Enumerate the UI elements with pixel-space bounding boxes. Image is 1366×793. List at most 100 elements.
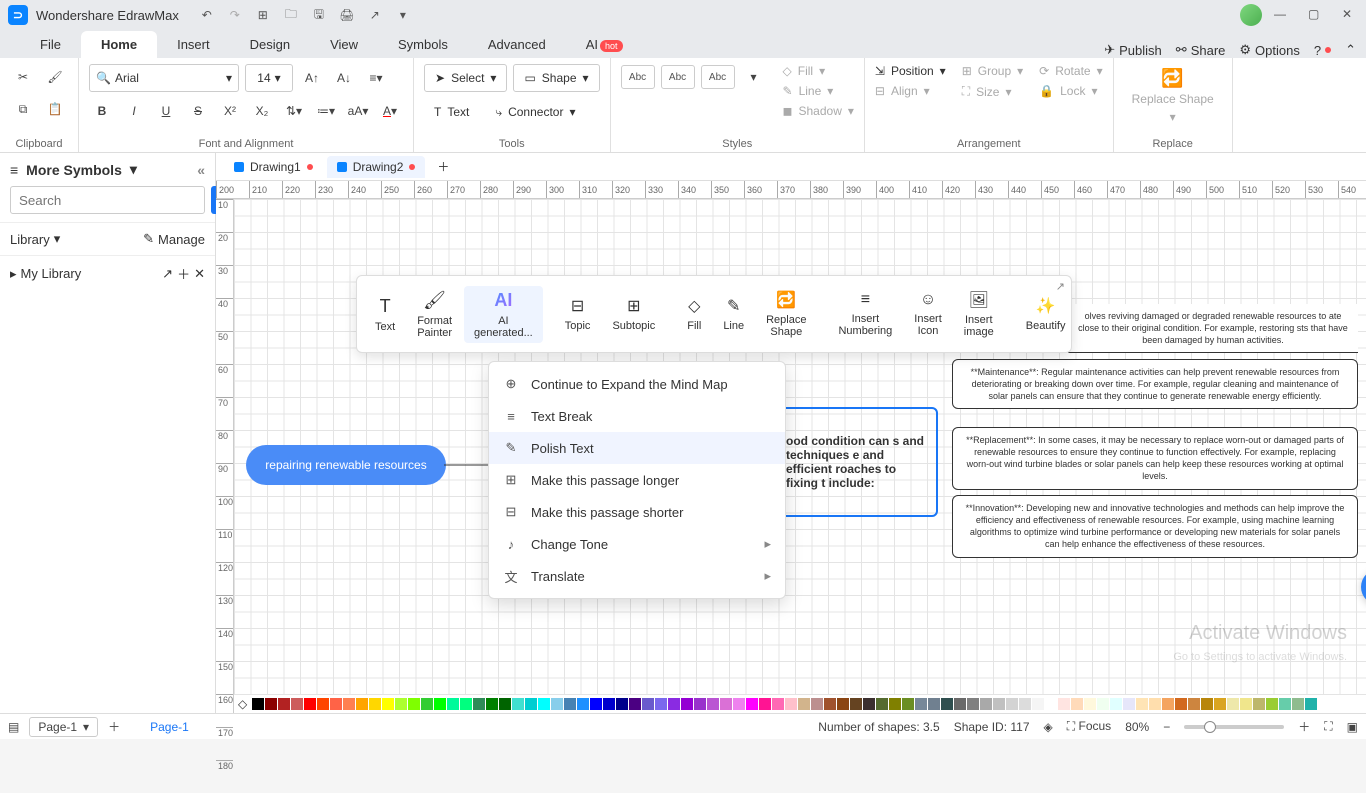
color-swatch[interactable]	[343, 698, 355, 710]
color-swatch[interactable]	[1123, 698, 1135, 710]
new-icon[interactable]: ⊞	[255, 7, 271, 23]
ft-format-painter[interactable]: 🖌Format Painter	[407, 286, 462, 343]
color-swatch[interactable]	[564, 698, 576, 710]
ft-subtopic[interactable]: ⊞Subtopic	[602, 292, 665, 336]
redo-icon[interactable]: ↷	[227, 7, 243, 23]
color-swatch[interactable]	[954, 698, 966, 710]
style-swatch[interactable]: Abc	[701, 65, 735, 89]
ft-topic[interactable]: ⊟Topic	[555, 292, 601, 336]
my-library-row[interactable]: ▸My Library ↗ ＋ ✕	[0, 255, 215, 291]
size-button[interactable]: ⛶Size▾	[962, 84, 1023, 99]
color-swatch[interactable]	[941, 698, 953, 710]
color-swatch[interactable]	[811, 698, 823, 710]
color-swatch[interactable]	[1110, 698, 1122, 710]
color-swatch[interactable]	[824, 698, 836, 710]
color-swatch[interactable]	[590, 698, 602, 710]
color-swatch[interactable]	[616, 698, 628, 710]
rotate-button[interactable]: ⟳Rotate▾	[1039, 64, 1102, 78]
color-swatch[interactable]	[551, 698, 563, 710]
ctx-make-longer[interactable]: ⊞Make this passage longer	[489, 464, 785, 496]
tab-advanced[interactable]: Advanced	[468, 31, 566, 58]
color-swatch[interactable]	[330, 698, 342, 710]
eyedropper-icon[interactable]: ◇	[238, 697, 247, 711]
color-swatch[interactable]	[928, 698, 940, 710]
color-swatch[interactable]	[1019, 698, 1031, 710]
decrease-font-icon[interactable]: A↓	[331, 65, 357, 91]
color-swatch[interactable]	[915, 698, 927, 710]
color-swatch[interactable]	[720, 698, 732, 710]
increase-font-icon[interactable]: A↑	[299, 65, 325, 91]
ft-ai-generated[interactable]: AIAI generated...	[464, 286, 543, 343]
color-swatch[interactable]	[980, 698, 992, 710]
color-swatch[interactable]	[655, 698, 667, 710]
doc-tab-drawing2[interactable]: Drawing2	[327, 156, 426, 178]
page-outline-icon[interactable]: ▤	[8, 720, 19, 734]
line-spacing-icon[interactable]: ⇅▾	[281, 98, 307, 124]
options-button[interactable]: ⚙Options	[1239, 42, 1299, 58]
tab-ai[interactable]: AIhot	[566, 31, 643, 58]
color-swatch[interactable]	[902, 698, 914, 710]
page-label[interactable]: Page-1	[150, 720, 189, 734]
color-swatch[interactable]	[395, 698, 407, 710]
export-icon[interactable]: ↗	[367, 7, 383, 23]
color-swatch[interactable]	[1188, 698, 1200, 710]
subscript-icon[interactable]: X₂	[249, 98, 275, 124]
copy-icon[interactable]: ⧉	[10, 96, 36, 122]
text-tool[interactable]: TText	[424, 98, 479, 126]
color-swatch[interactable]	[694, 698, 706, 710]
ft-insert-image[interactable]: 🖼Insert image	[954, 286, 1004, 342]
color-swatch[interactable]	[499, 698, 511, 710]
color-swatch[interactable]	[1214, 698, 1226, 710]
minimize-icon[interactable]: —	[1274, 7, 1290, 23]
color-swatch[interactable]	[733, 698, 745, 710]
tab-insert[interactable]: Insert	[157, 31, 230, 58]
color-swatch[interactable]	[577, 698, 589, 710]
fit-page-icon[interactable]: ⛶	[1324, 719, 1332, 734]
ctx-polish-text[interactable]: ✎Polish Text	[489, 432, 785, 464]
ft-insert-icon[interactable]: ☺Insert Icon	[904, 287, 952, 341]
position-button[interactable]: ⇲Position▾	[875, 64, 946, 78]
color-swatch[interactable]	[785, 698, 797, 710]
toolbar-expand-icon[interactable]: ↗	[1056, 280, 1065, 293]
color-swatch[interactable]	[356, 698, 368, 710]
color-swatch[interactable]	[525, 698, 537, 710]
color-swatch[interactable]	[278, 698, 290, 710]
case-icon[interactable]: aA▾	[345, 98, 371, 124]
replace-shape-button[interactable]: 🔁 Replace Shape ▾	[1124, 64, 1222, 128]
publish-button[interactable]: ✈Publish	[1104, 42, 1162, 58]
fullscreen-icon[interactable]: ▣	[1347, 720, 1358, 734]
color-swatch[interactable]	[967, 698, 979, 710]
save-icon[interactable]: 🖫	[311, 7, 327, 23]
canvas[interactable]: repairing renewable resources ood condit…	[234, 199, 1366, 695]
mindmap-leaf-restore[interactable]: olves reviving damaged or degraded renew…	[1068, 304, 1358, 353]
color-swatch[interactable]	[1279, 698, 1291, 710]
select-tool[interactable]: ➤Select▾	[424, 64, 507, 92]
ctx-text-break[interactable]: ≡Text Break	[489, 400, 785, 432]
color-swatch[interactable]	[1240, 698, 1252, 710]
color-swatch[interactable]	[1175, 698, 1187, 710]
tab-file[interactable]: File	[20, 31, 81, 58]
open-icon[interactable]: 🗀	[283, 7, 299, 23]
color-swatch[interactable]	[460, 698, 472, 710]
color-swatch[interactable]	[1006, 698, 1018, 710]
color-swatch[interactable]	[889, 698, 901, 710]
zoom-slider[interactable]	[1184, 725, 1284, 729]
library-close-icon[interactable]: ✕	[194, 266, 205, 282]
ctx-change-tone[interactable]: ♪Change Tone▸	[489, 528, 785, 560]
color-swatch[interactable]	[876, 698, 888, 710]
zoom-out-icon[interactable]: −	[1163, 720, 1170, 734]
tab-view[interactable]: View	[310, 31, 378, 58]
undo-icon[interactable]: ↶	[199, 7, 215, 23]
ft-insert-numbering[interactable]: ≡Insert Numbering	[828, 287, 902, 341]
library-add-icon[interactable]: ＋	[177, 264, 190, 283]
color-swatch[interactable]	[1305, 698, 1317, 710]
superscript-icon[interactable]: X²	[217, 98, 243, 124]
color-swatch[interactable]	[746, 698, 758, 710]
paste-icon[interactable]: 📋	[42, 96, 68, 122]
color-swatch[interactable]	[993, 698, 1005, 710]
bold-icon[interactable]: B	[89, 98, 115, 124]
color-swatch[interactable]	[291, 698, 303, 710]
color-swatch[interactable]	[421, 698, 433, 710]
color-swatch[interactable]	[408, 698, 420, 710]
qat-dropdown-icon[interactable]: ▾	[395, 7, 411, 23]
